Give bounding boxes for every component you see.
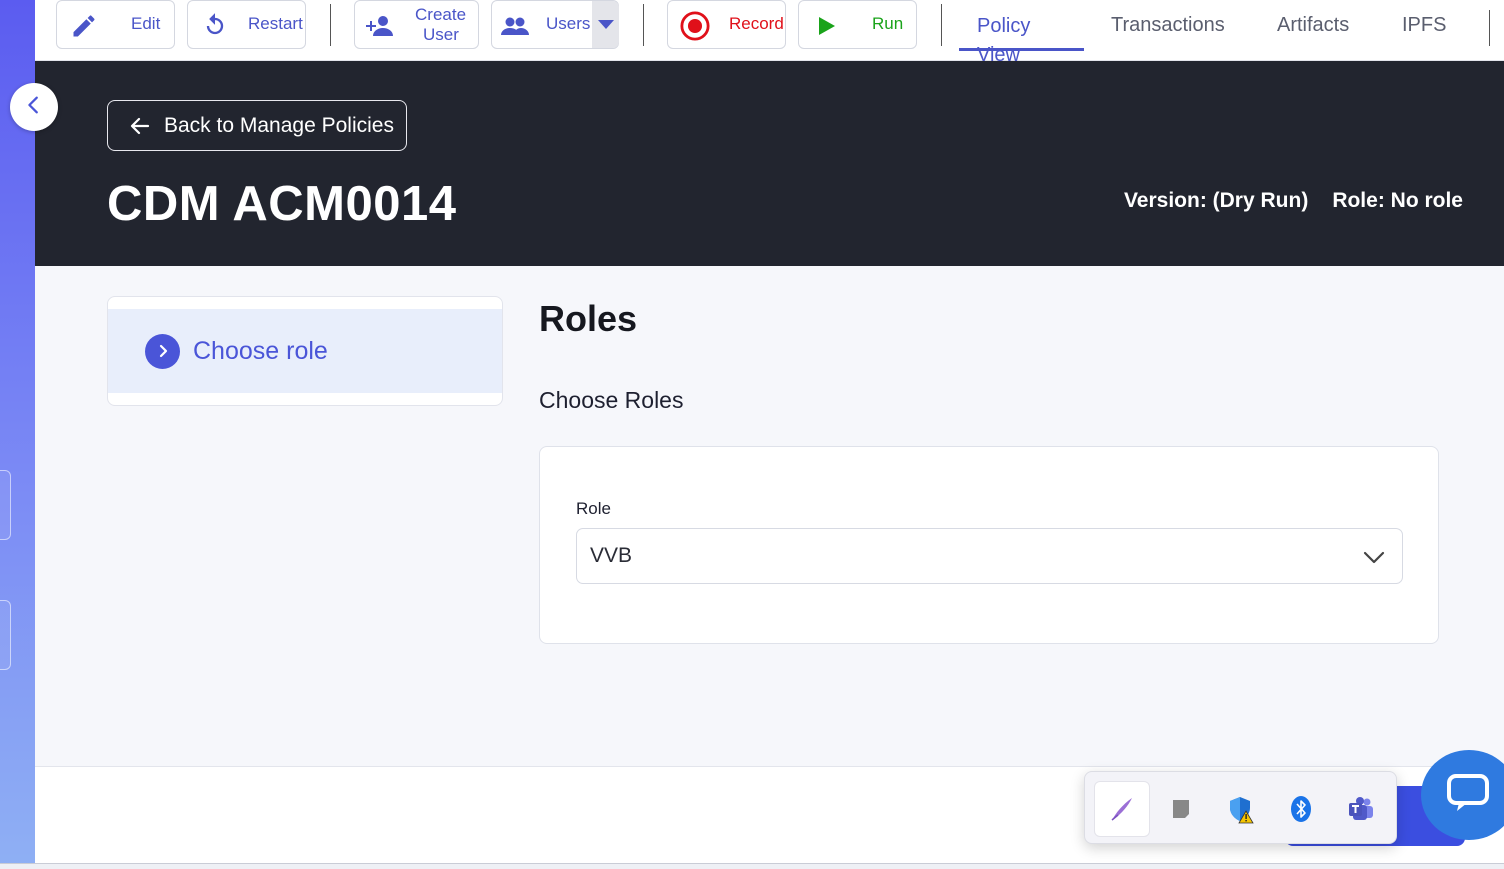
shield-warning-icon[interactable] bbox=[1213, 781, 1269, 837]
sidebar-edge-tab[interactable] bbox=[0, 470, 11, 540]
record-button[interactable]: Record bbox=[667, 0, 786, 49]
role-select[interactable]: VVB bbox=[576, 528, 1403, 584]
person-add-icon bbox=[365, 11, 395, 41]
restart-icon bbox=[200, 11, 230, 41]
step-choose-role[interactable]: Choose role bbox=[108, 309, 502, 393]
top-toolbar: Edit Restart Create User Users Record Ru… bbox=[35, 0, 1504, 66]
chevron-right-icon bbox=[145, 333, 180, 369]
section-title: Roles bbox=[539, 298, 638, 339]
teams-icon[interactable] bbox=[1333, 781, 1389, 837]
taskbar-edge bbox=[0, 863, 1504, 869]
restart-button[interactable]: Restart bbox=[187, 0, 306, 49]
tab-artifacts[interactable]: Artifacts bbox=[1277, 12, 1349, 38]
toolbar-divider bbox=[941, 4, 942, 46]
role-field-label: Role bbox=[576, 499, 611, 518]
edit-button[interactable]: Edit bbox=[56, 0, 175, 49]
chevron-down-icon bbox=[1362, 545, 1386, 575]
version-text: Version: (Dry Run) bbox=[1123, 189, 1309, 212]
policy-meta: Version: (Dry Run) Role: No role bbox=[1124, 189, 1463, 213]
chat-icon bbox=[1447, 773, 1491, 818]
tab-ipfs[interactable]: IPFS bbox=[1402, 12, 1446, 38]
record-label: Record bbox=[729, 14, 784, 33]
active-tab-indicator bbox=[959, 48, 1084, 51]
toolbar-divider bbox=[1489, 10, 1490, 46]
tab-transactions[interactable]: Transactions bbox=[1111, 12, 1225, 38]
role-text: Role: No role bbox=[1332, 189, 1463, 212]
create-user-label-line2: User bbox=[423, 25, 459, 44]
create-user-label-line1: Create bbox=[415, 5, 467, 24]
pen-icon[interactable] bbox=[1094, 781, 1150, 837]
sidebar-collapse-button[interactable] bbox=[10, 83, 58, 131]
users-label: Users bbox=[546, 14, 591, 33]
restart-label: Restart bbox=[248, 14, 303, 33]
edit-label: Edit bbox=[131, 14, 161, 33]
create-user-button[interactable]: Create User bbox=[354, 0, 479, 49]
step-label: Choose role bbox=[193, 336, 328, 365]
system-tray-overflow bbox=[1084, 771, 1397, 844]
users-group-icon bbox=[500, 11, 530, 41]
play-icon bbox=[811, 11, 841, 41]
chevron-left-icon bbox=[23, 94, 45, 121]
bluetooth-icon[interactable] bbox=[1273, 781, 1329, 837]
pencil-icon bbox=[69, 11, 99, 41]
role-select-value: VVB bbox=[590, 544, 633, 567]
note-icon[interactable] bbox=[1153, 781, 1209, 837]
run-button[interactable]: Run bbox=[798, 0, 917, 49]
role-card: Role VVB bbox=[539, 446, 1439, 644]
record-icon bbox=[680, 11, 710, 41]
run-label: Run bbox=[872, 14, 904, 33]
page-title: CDM ACM0014 bbox=[107, 177, 457, 231]
sidebar-edge-tab[interactable] bbox=[0, 600, 11, 670]
toolbar-divider bbox=[330, 4, 331, 46]
users-dropdown-button[interactable]: Users bbox=[491, 0, 619, 49]
toolbar-divider bbox=[643, 4, 644, 46]
users-dropdown-caret[interactable] bbox=[592, 1, 619, 48]
policy-header: Back to Manage Policies CDM ACM0014 Vers… bbox=[35, 61, 1504, 266]
arrow-left-icon bbox=[130, 117, 150, 134]
section-subtitle: Choose Roles bbox=[539, 387, 684, 413]
back-to-manage-policies-button[interactable]: Back to Manage Policies bbox=[107, 100, 407, 151]
back-label: Back to Manage Policies bbox=[164, 113, 394, 137]
steps-panel: Choose role bbox=[107, 296, 503, 406]
